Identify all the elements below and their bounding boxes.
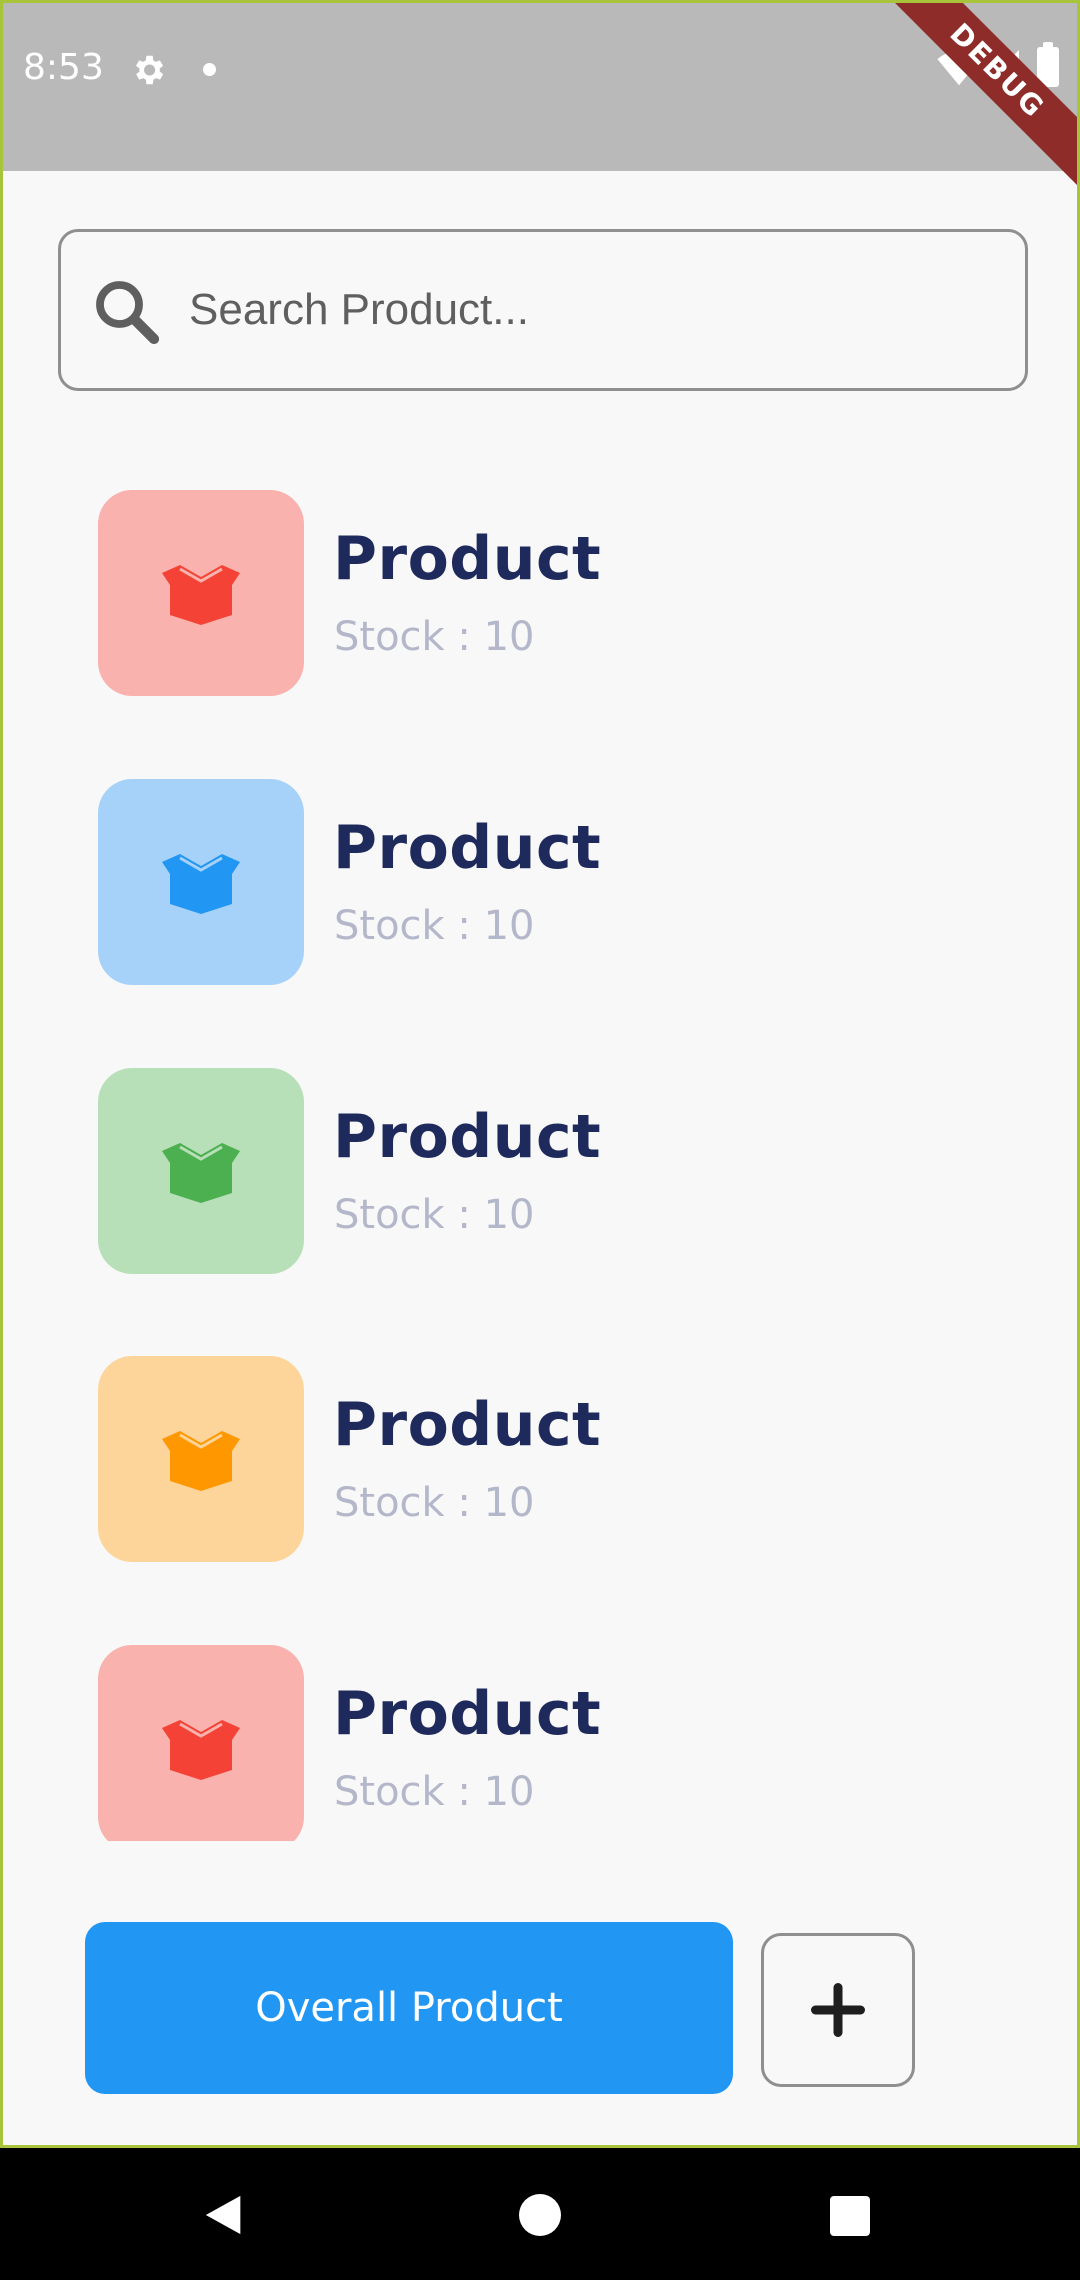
status-time: 8:53 xyxy=(23,47,104,88)
list-item[interactable]: Product Stock : 10 xyxy=(98,1356,998,1562)
product-tile xyxy=(98,1068,304,1274)
overall-product-button[interactable]: Overall Product xyxy=(85,1922,733,2094)
product-title: Product xyxy=(333,1679,602,1749)
add-product-button[interactable] xyxy=(761,1933,915,2087)
box-icon xyxy=(162,565,240,625)
product-stock: Stock : 10 xyxy=(334,903,535,949)
debug-banner: DEBUG xyxy=(873,3,1077,195)
box-icon xyxy=(162,1143,240,1203)
search-box[interactable] xyxy=(58,229,1028,391)
product-list[interactable]: Product Stock : 10 Product Stock : 10 Pr… xyxy=(3,463,1077,1841)
search-icon xyxy=(96,281,160,345)
back-icon[interactable] xyxy=(202,2192,248,2238)
product-title: Product xyxy=(333,524,602,594)
box-icon xyxy=(162,1720,240,1780)
product-stock: Stock : 10 xyxy=(334,1769,535,1815)
product-tile xyxy=(98,779,304,985)
product-stock: Stock : 10 xyxy=(334,1480,535,1526)
product-title: Product xyxy=(333,1390,602,1460)
product-tile xyxy=(98,1356,304,1562)
product-tile xyxy=(98,1645,304,1841)
home-icon[interactable] xyxy=(519,2194,561,2236)
product-title: Product xyxy=(333,1102,602,1172)
product-stock: Stock : 10 xyxy=(334,1192,535,1238)
list-item[interactable]: Product Stock : 10 xyxy=(98,1068,998,1274)
recents-icon[interactable] xyxy=(830,2196,870,2236)
search-input[interactable] xyxy=(189,274,989,346)
status-bar: 8:53 DEBUG xyxy=(3,3,1077,195)
list-item[interactable]: Product Stock : 10 xyxy=(98,490,998,696)
list-item[interactable]: Product Stock : 10 xyxy=(98,1645,998,1841)
notification-dot-icon xyxy=(203,63,216,76)
plus-icon xyxy=(811,1983,865,2037)
app-screen: 8:53 DEBUG Pr xyxy=(0,0,1080,2148)
box-icon xyxy=(162,1431,240,1491)
product-stock: Stock : 10 xyxy=(334,614,535,660)
system-nav-bar xyxy=(0,2148,1080,2280)
box-icon xyxy=(162,854,240,914)
gear-icon xyxy=(135,55,164,85)
list-item[interactable]: Product Stock : 10 xyxy=(98,779,998,985)
product-title: Product xyxy=(333,813,602,883)
product-tile xyxy=(98,490,304,696)
